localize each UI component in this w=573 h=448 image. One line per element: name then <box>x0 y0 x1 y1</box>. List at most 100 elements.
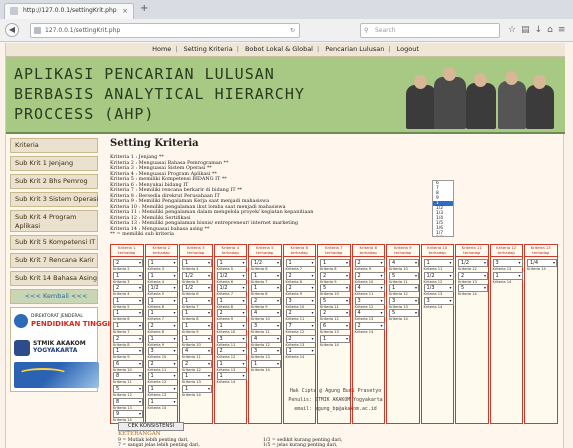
comparison-select[interactable]: 2 <box>285 309 316 318</box>
comparison-select[interactable]: 2 <box>354 271 385 280</box>
comparison-select[interactable]: 1 <box>251 359 281 368</box>
menu-home[interactable]: Home <box>149 45 174 53</box>
comparison-select[interactable]: 2 <box>113 284 143 293</box>
comparison-select[interactable]: 2 <box>320 309 350 318</box>
comparison-select[interactable]: 1 <box>216 259 247 267</box>
close-tab-icon[interactable]: × <box>122 4 128 18</box>
comparison-select[interactable]: 2 <box>354 322 385 330</box>
comparison-select[interactable]: 1 <box>113 271 143 280</box>
comparison-select[interactable]: 2 <box>285 284 316 293</box>
comparison-select[interactable]: 3 <box>492 259 523 267</box>
comparison-select[interactable]: 1 <box>113 309 143 318</box>
menu-bobot[interactable]: Bobot Lokal & Global <box>242 45 316 53</box>
comparison-select[interactable]: 1 <box>389 284 419 293</box>
comparison-select[interactable]: 2 <box>182 359 212 368</box>
comparison-select[interactable]: 1 <box>216 372 247 381</box>
comparison-select[interactable]: 3 <box>216 334 247 343</box>
comparison-select[interactable]: 3 <box>251 322 281 330</box>
comparison-select[interactable]: 1 <box>320 334 350 343</box>
menu-icon[interactable]: ≡ <box>558 25 571 35</box>
comparison-select[interactable]: 1 <box>182 372 212 381</box>
sidebar-item-kriteria[interactable]: Kriteria <box>10 138 98 153</box>
comparison-select[interactable]: 4 <box>251 309 281 318</box>
comparison-select[interactable]: 2 <box>147 359 178 368</box>
sidebar-item-subkrit-14[interactable]: Sub Krit 14 Bahasa Asing <box>10 271 98 286</box>
comparison-select[interactable]: 1 <box>251 284 281 293</box>
comparison-select[interactable]: 1 <box>320 259 350 267</box>
comparison-select[interactable]: 3 <box>285 296 316 305</box>
comparison-select[interactable]: 1 <box>113 347 143 356</box>
open-dropdown-list[interactable]: 678911/21/31/41/51/61/71/81/9 <box>432 180 454 237</box>
back-link[interactable]: <<< Kembali <<< <box>10 289 98 304</box>
comparison-select[interactable]: 2 <box>458 271 488 280</box>
comparison-select[interactable]: 1 <box>492 271 523 280</box>
sidebar-item-subkrit-1[interactable]: Sub Krit 1 Jenjang <box>10 156 98 171</box>
menu-pencarian[interactable]: Pencarian Lulusan <box>322 45 387 53</box>
comparison-select[interactable]: 1 <box>182 322 212 330</box>
browser-tab[interactable]: http://127.0.0.1/settingKrit.php × <box>4 3 134 19</box>
downloads-icon[interactable]: ↓ <box>535 25 548 35</box>
comparison-select[interactable]: 1/2 <box>147 284 178 293</box>
comparison-select[interactable]: 1/2 <box>251 259 281 267</box>
comparison-select[interactable]: 1 <box>182 296 212 305</box>
menu-logout[interactable]: Logout <box>394 45 422 53</box>
comparison-select[interactable]: 1 <box>147 259 178 267</box>
sidebar-item-subkrit-3[interactable]: Sub Krit 3 Sistem Operasi <box>10 192 98 207</box>
sidebar-item-subkrit-5[interactable]: Sub Krit 5 Kompetensi IT <box>10 235 98 250</box>
comparison-select[interactable]: 2 <box>216 347 247 356</box>
comparison-select[interactable]: 1/2 <box>458 259 488 267</box>
comparison-select[interactable]: 1/3 <box>423 284 454 293</box>
bookmark-star-icon[interactable]: ☆ <box>508 25 521 35</box>
comparison-select[interactable]: 3 <box>389 296 419 305</box>
comparison-select[interactable]: 3 <box>147 347 178 356</box>
reload-icon[interactable]: ↻ <box>290 24 295 37</box>
comparison-select[interactable]: 5 <box>389 309 419 318</box>
comparison-select[interactable]: 2 <box>285 334 316 343</box>
comparison-select[interactable]: 1 <box>251 271 281 280</box>
comparison-select[interactable]: 5 <box>389 271 419 280</box>
comparison-select[interactable]: 3 <box>423 296 454 305</box>
comparison-select[interactable]: 1 <box>182 309 212 318</box>
comparison-select[interactable]: 1 <box>147 309 178 318</box>
comparison-select[interactable]: 1/2 <box>182 284 212 293</box>
comparison-select[interactable]: 1 <box>147 334 178 343</box>
comparison-select[interactable]: 2 <box>147 322 178 330</box>
comparison-select[interactable]: 1 <box>147 372 178 381</box>
comparison-select[interactable]: 1 <box>182 259 212 267</box>
comparison-select[interactable]: 1/2 <box>423 271 454 280</box>
comparison-select[interactable]: 2 <box>113 334 143 343</box>
comparison-select[interactable]: 4 <box>354 284 385 293</box>
comparison-select[interactable]: 1 <box>216 296 247 305</box>
comparison-select[interactable]: 3 <box>251 347 281 356</box>
comparison-select[interactable]: 5 <box>320 284 350 293</box>
comparison-select[interactable]: 3 <box>354 296 385 305</box>
comparison-select[interactable]: 1 <box>285 347 316 356</box>
comparison-select[interactable]: 2 <box>354 259 385 267</box>
comparison-select[interactable]: 2 <box>251 296 281 305</box>
comparison-select[interactable]: 1 <box>216 359 247 368</box>
comparison-select[interactable]: 2 <box>113 259 143 267</box>
comparison-select[interactable]: 1 <box>147 296 178 305</box>
comparison-select[interactable]: 4 <box>354 309 385 318</box>
comparison-select[interactable]: 1/4 <box>527 259 557 267</box>
dropdown-option[interactable]: 1/8 <box>436 236 453 237</box>
comparison-select[interactable]: 1 <box>423 259 454 267</box>
comparison-select[interactable]: 1 <box>113 322 143 330</box>
home-icon[interactable]: ⌂ <box>547 25 558 35</box>
comparison-select[interactable]: 1 <box>285 259 316 267</box>
sidebar-item-subkrit-2[interactable]: Sub Krit 2 Bhs Pemrog <box>10 174 98 189</box>
comparison-select[interactable]: 5 <box>320 296 350 305</box>
comparison-select[interactable]: 4 <box>251 334 281 343</box>
comparison-select[interactable]: 6 <box>113 359 143 368</box>
comparison-select[interactable]: 6 <box>320 322 350 330</box>
sidebar-item-subkrit-7[interactable]: Sub Krit 7 Rencana Karir <box>10 253 98 268</box>
comparison-select[interactable]: 4 <box>389 259 419 267</box>
comparison-select[interactable]: 2 <box>285 271 316 280</box>
reading-list-icon[interactable]: ▤ <box>521 25 535 35</box>
comparison-select[interactable]: 1 <box>216 322 247 330</box>
comparison-select[interactable]: 2 <box>216 309 247 318</box>
comparison-select[interactable]: 8 <box>113 372 143 381</box>
comparison-select[interactable]: 5 <box>458 284 488 293</box>
comparison-select[interactable]: 1/2 <box>216 284 247 293</box>
search-bar[interactable]: ⚲ Search <box>360 23 500 38</box>
